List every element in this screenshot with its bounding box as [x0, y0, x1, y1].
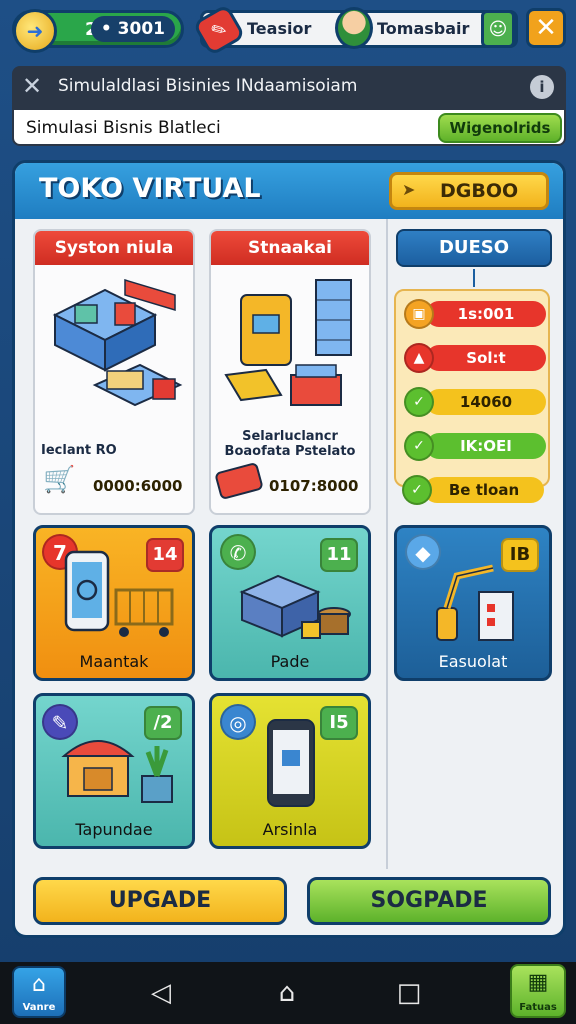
card-title: Syston niula — [35, 231, 193, 265]
system-nav-bar: ⌂ Vanre ◁ ⌂ □ ▦ Fatuas — [0, 962, 576, 1024]
tile-label: Tapundae — [75, 820, 153, 839]
recent-apps-icon[interactable]: □ — [392, 976, 426, 1010]
close-button[interactable]: ✕ — [526, 8, 566, 48]
tile-label: Easuolat — [438, 652, 508, 671]
player-title: Teasior — [247, 19, 312, 38]
tile-arsinla[interactable]: ◎ I5 Arsinla — [209, 693, 371, 849]
tile-tapundae[interactable]: ✎ /2 Tapundae — [33, 693, 195, 849]
side-item[interactable]: 1s:001 ▣ — [404, 299, 546, 329]
window-title: Simulaldlasi Bisinies INdaamisoiam — [58, 76, 358, 96]
panel-header: TOKO VIRTUAL ➤ DGBOO — [15, 163, 563, 219]
secondary-upgrade-button[interactable]: SOGPADE — [307, 877, 551, 925]
bowl-icon: ◎ — [220, 704, 256, 740]
side-item-label: 14060 — [426, 389, 546, 415]
store-panel: TOKO VIRTUAL ➤ DGBOO Syston niula Ieclan… — [12, 160, 566, 938]
market-stall-icon — [61, 740, 173, 803]
feature-card-stock[interactable]: Stnaakai Selarluclancr Boaofata Pstelato… — [209, 229, 371, 515]
arrow-icon: ➤ — [402, 180, 416, 199]
tile-label: Maantak — [79, 652, 149, 671]
card-caption: Ieclant RO — [41, 443, 117, 458]
side-item[interactable]: 14060 ✓ — [404, 387, 546, 417]
home-tab-label: Vanre — [22, 1002, 56, 1013]
register-icon — [214, 461, 264, 501]
leaf-icon: ✓ — [404, 431, 434, 461]
leaf-icon: ✓ — [404, 387, 434, 417]
side-tab[interactable]: DUESO — [396, 229, 552, 267]
back-icon[interactable]: ◁ — [144, 976, 178, 1010]
avatar[interactable] — [335, 7, 373, 49]
coin-counter[interactable]: ➜ 29 • 3001 — [12, 9, 184, 53]
upgrade-button[interactable]: UPGADE — [33, 877, 287, 925]
column-divider — [386, 219, 388, 869]
card-price: 0000:6000 — [93, 477, 183, 495]
side-item-label: Be tloan — [424, 477, 544, 503]
phone-cart-icon — [64, 550, 174, 637]
home-tab[interactable]: ⌂ Vanre — [12, 966, 66, 1018]
tile-pade[interactable]: ✆ 11 Pade — [209, 525, 371, 681]
home-icon: ⌂ — [32, 972, 46, 997]
player-name: Tomasbair — [377, 19, 470, 38]
tile-easuolat[interactable]: ◆ IB Easuolat — [394, 525, 552, 681]
panel-title: TOKO VIRTUAL — [39, 173, 261, 204]
shop-tab-label: Fatuas — [519, 1002, 557, 1013]
side-item[interactable]: IK:OEI ✓ — [404, 431, 546, 461]
side-item[interactable]: Sol:t ▲ — [404, 343, 546, 373]
header-action-label: DGBOO — [440, 180, 519, 202]
shop-stall-icon — [239, 574, 351, 639]
info-icon[interactable]: i — [530, 75, 554, 99]
shop-tab[interactable]: ▦ Fatuas — [510, 964, 566, 1018]
close-icon[interactable]: ✕ — [22, 72, 42, 100]
tile-label: Pade — [270, 652, 310, 671]
side-status-list: 1s:001 ▣ Sol:t ▲ 14060 ✓ IK:OEI ✓ — [394, 289, 550, 487]
truck-icon: ▣ — [404, 299, 434, 329]
tile-label: Arsinla — [262, 820, 318, 839]
shop-icon: ▦ — [527, 970, 549, 995]
side-item[interactable]: Be tloan ✓ — [402, 475, 544, 505]
blender-icon: ▲ — [404, 343, 434, 373]
side-connector — [473, 269, 475, 287]
card-price: 0107:8000 — [269, 477, 359, 495]
coin-balance: • 3001 — [90, 16, 175, 42]
side-item-label: Sol:t — [426, 345, 546, 371]
wrench-icon[interactable]: ✎ — [192, 3, 246, 57]
side-item-label: 1s:001 — [426, 301, 546, 327]
cart-icon: 🛒 — [43, 465, 76, 495]
smartphone-icon — [267, 719, 315, 807]
header-action-button[interactable]: ➤ DGBOO — [389, 172, 549, 210]
go-button[interactable]: Wigenolrids — [438, 113, 562, 143]
address-bar: Wigenolrids — [12, 108, 566, 146]
leaf-icon: ✓ — [402, 475, 432, 505]
window-titlebar: ✕ Simulaldlasi Bisinies INdaamisoiam i — [12, 66, 566, 108]
card-caption: Selarluclancr Boaofata Pstelato — [224, 429, 356, 459]
side-item-label: IK:OEI — [426, 433, 546, 459]
store-illustration — [52, 278, 183, 407]
card-title: Stnaakai — [211, 231, 369, 265]
profile-icon[interactable]: ☺ — [481, 10, 515, 48]
top-hud: ➜ 29 • 3001 ✎ Teasior Tomasbair ☺ ✕ — [0, 0, 576, 57]
feature-card-system[interactable]: Syston niula Ieclant RO 🛒 0000:6000 — [33, 229, 195, 515]
tile-count: I5 — [320, 706, 358, 740]
machine-illustration — [224, 279, 352, 406]
coin-icon: ➜ — [13, 9, 57, 53]
robot-arm-icon — [436, 564, 514, 641]
address-input[interactable] — [26, 116, 426, 140]
home-nav-icon[interactable]: ⌂ — [270, 976, 304, 1010]
player-info[interactable]: ✎ Teasior Tomasbair ☺ — [192, 3, 518, 57]
tile-maantak[interactable]: 7 14 Maantak — [33, 525, 195, 681]
